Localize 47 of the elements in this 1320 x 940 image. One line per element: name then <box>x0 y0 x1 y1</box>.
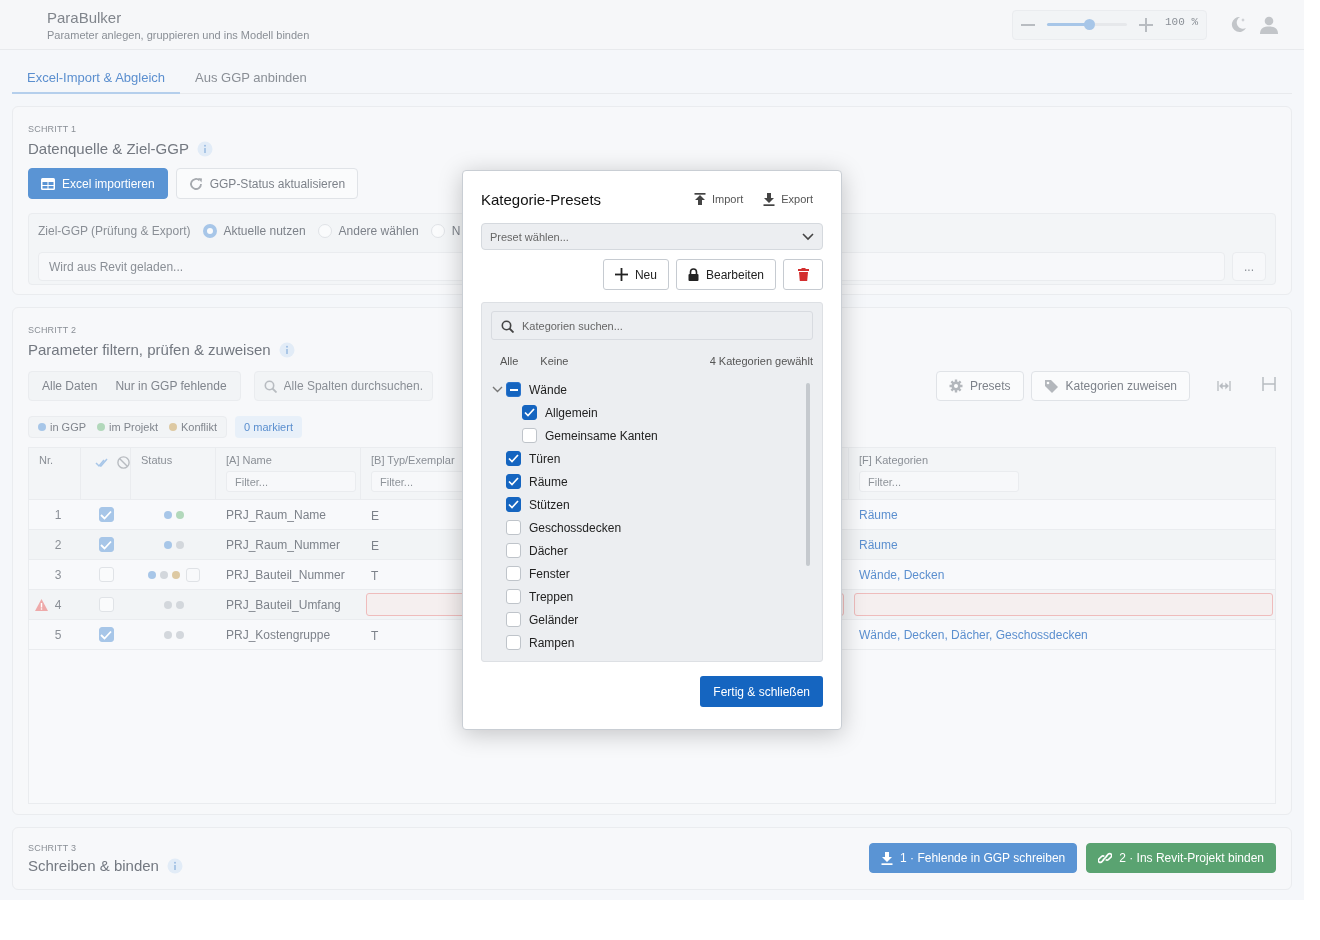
table-cell: PRJ_Kostengruppe <box>226 627 331 642</box>
row-number: 4 <box>54 597 62 612</box>
field-label: Ziel-GGP (Prüfung & Export) <box>38 224 191 238</box>
category-label: Türen <box>529 451 561 466</box>
row-number: 5 <box>54 627 62 642</box>
category-label: Dächer <box>529 543 568 558</box>
step-label: SCHRITT 3 <box>28 843 77 853</box>
table-cell: PRJ_Bauteil_Nummer <box>226 567 345 582</box>
table-cell: E <box>371 509 379 523</box>
column-header: [A] Name <box>226 454 272 466</box>
legend-label: in GGP <box>50 421 87 433</box>
table-cell: T <box>371 629 379 643</box>
category-label: Allgemein <box>545 405 598 420</box>
category-label: Rampen <box>529 635 575 650</box>
category-label: Wände <box>529 382 568 397</box>
app-subtitle: Parameter anlegen, gruppieren und ins Modell binden <box>47 28 310 41</box>
selection-count: 4 Kategorien gewählt <box>709 355 813 367</box>
column-header: Status <box>141 454 173 466</box>
legend-label: im Projekt <box>109 421 158 433</box>
column-header: [B] Typ/Exemplar <box>371 454 455 466</box>
table-cell: PRJ_Raum_Name <box>226 507 327 522</box>
row-number: 3 <box>54 567 62 582</box>
section-title: Schreiben & binden <box>28 857 159 874</box>
marked-count: 0 markiert <box>235 416 302 438</box>
table-cell: E <box>371 539 379 553</box>
section-title: Parameter filtern, prüfen & zuweisen <box>28 341 271 358</box>
category-label: Fenster <box>529 566 570 581</box>
category-label: Stützen <box>529 497 570 512</box>
legend-label: Konflikt <box>181 421 218 433</box>
table-cell: PRJ_Raum_Nummer <box>226 537 341 552</box>
table-cell: T <box>371 569 379 583</box>
dialog-title: Kategorie-Presets <box>481 190 602 208</box>
zoom-reading: 100 % <box>1165 15 1198 28</box>
category-label: Treppen <box>529 589 574 604</box>
section-title: Datenquelle & Ziel-GGP <box>28 140 189 157</box>
category-label: Geländer <box>529 612 579 627</box>
column-header: Nr. <box>39 454 54 466</box>
app-title: ParaBulker <box>47 8 123 26</box>
row-number: 2 <box>54 537 62 552</box>
table-cell: PRJ_Bauteil_Umfang <box>226 597 341 612</box>
step-label: SCHRITT 2 <box>28 325 77 335</box>
category-label: Geschossdecken <box>529 520 622 535</box>
column-header: [F] Kategorien <box>859 454 929 466</box>
row-number: 1 <box>54 507 62 522</box>
category-label: Gemeinsame Kanten <box>545 428 658 443</box>
step-label: SCHRITT 1 <box>28 124 77 134</box>
category-label: Räume <box>529 474 568 489</box>
